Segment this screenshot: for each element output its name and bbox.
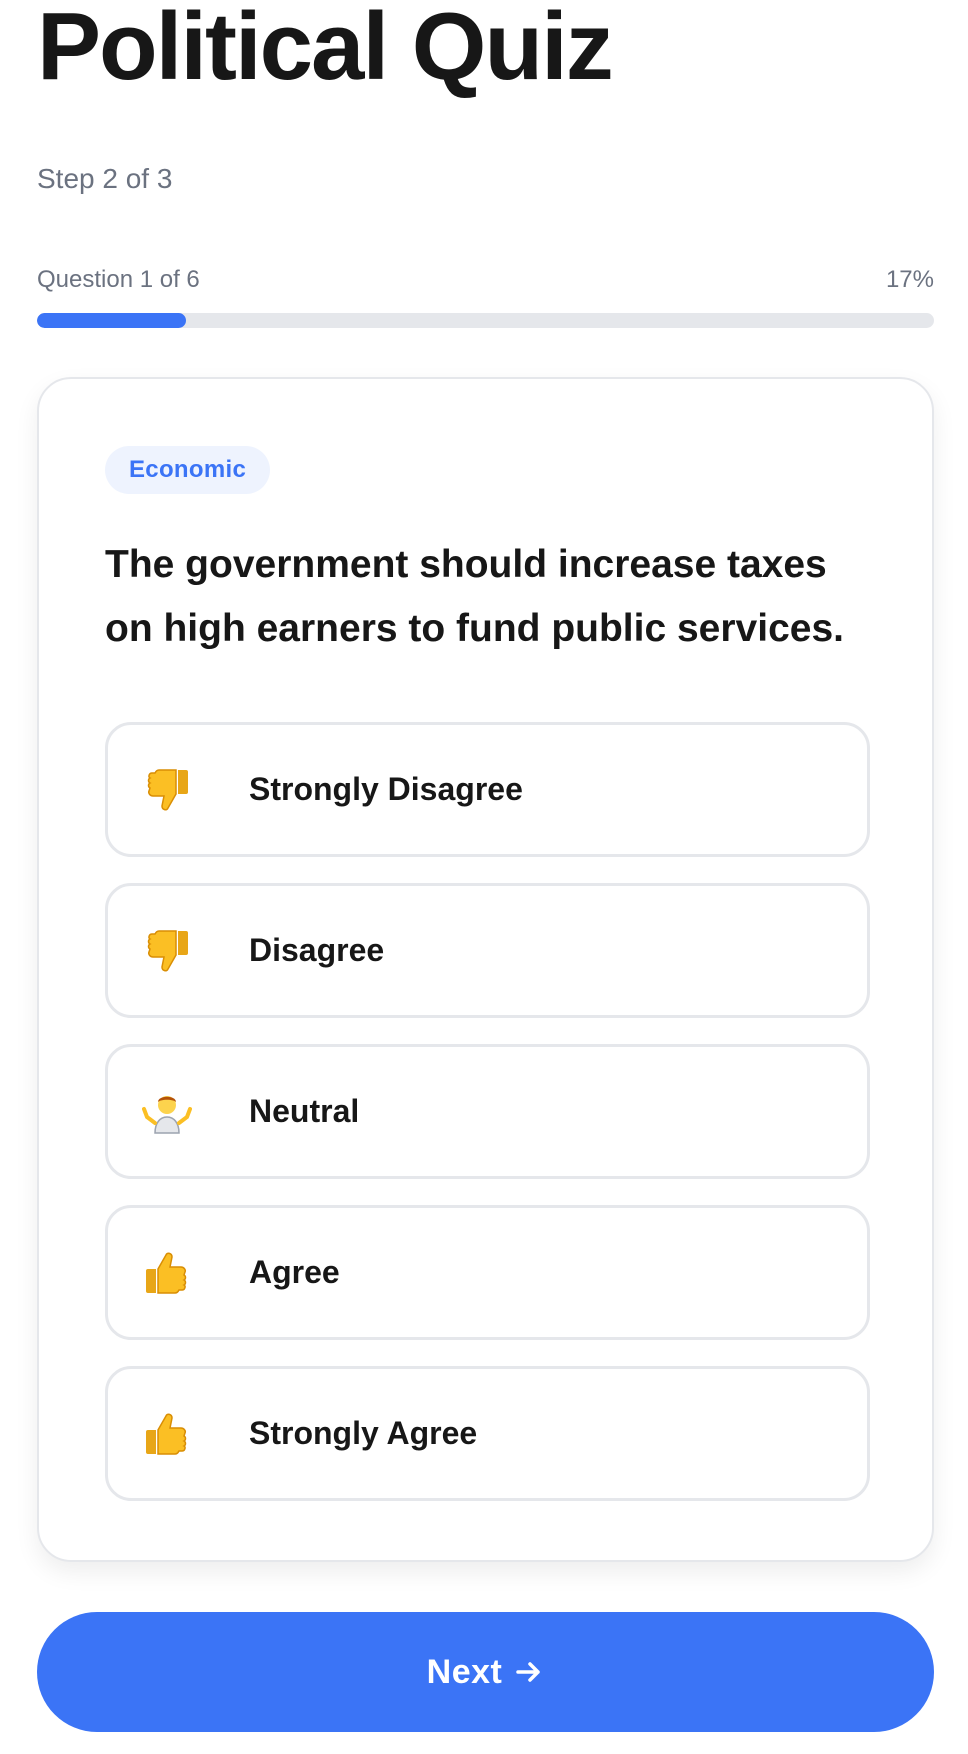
progress-bar-fill xyxy=(37,313,186,328)
quiz-page: Political Quiz Step 2 of 3 Question 1 of… xyxy=(0,0,968,1754)
next-button[interactable]: Next xyxy=(37,1612,934,1732)
step-indicator: Step 2 of 3 xyxy=(37,163,173,194)
option-agree[interactable]: Agree xyxy=(105,1205,870,1340)
option-strongly-disagree[interactable]: Strongly Disagree xyxy=(105,722,870,857)
option-strongly-agree[interactable]: Strongly Agree xyxy=(105,1366,870,1501)
question-card: Economic The government should increase … xyxy=(37,377,934,1562)
shrug-icon xyxy=(141,1086,193,1138)
question-counter: Question 1 of 6 xyxy=(37,266,200,293)
thumbs-down-icon xyxy=(141,764,193,816)
thumbs-down-icon xyxy=(141,925,193,977)
answer-options: Strongly Disagree Disagree Neutral Agree… xyxy=(105,722,870,1527)
category-badge: Economic xyxy=(105,446,271,494)
option-label: Strongly Agree xyxy=(249,1415,478,1451)
option-neutral[interactable]: Neutral xyxy=(105,1044,870,1179)
arrow-right-icon xyxy=(514,1657,544,1687)
thumbs-up-icon xyxy=(141,1408,193,1460)
option-label: Disagree xyxy=(249,932,385,968)
option-label: Strongly Disagree xyxy=(249,771,523,807)
option-label: Neutral xyxy=(249,1093,360,1129)
progress-percent: 17% xyxy=(885,266,934,293)
option-disagree[interactable]: Disagree xyxy=(105,883,870,1018)
question-text: The government should increase taxes on … xyxy=(105,543,844,650)
progress-bar xyxy=(37,313,934,328)
next-button-label: Next xyxy=(426,1652,503,1691)
option-label: Agree xyxy=(249,1254,340,1290)
page-title: Political Quiz xyxy=(37,0,614,100)
thumbs-up-icon xyxy=(141,1247,193,1299)
